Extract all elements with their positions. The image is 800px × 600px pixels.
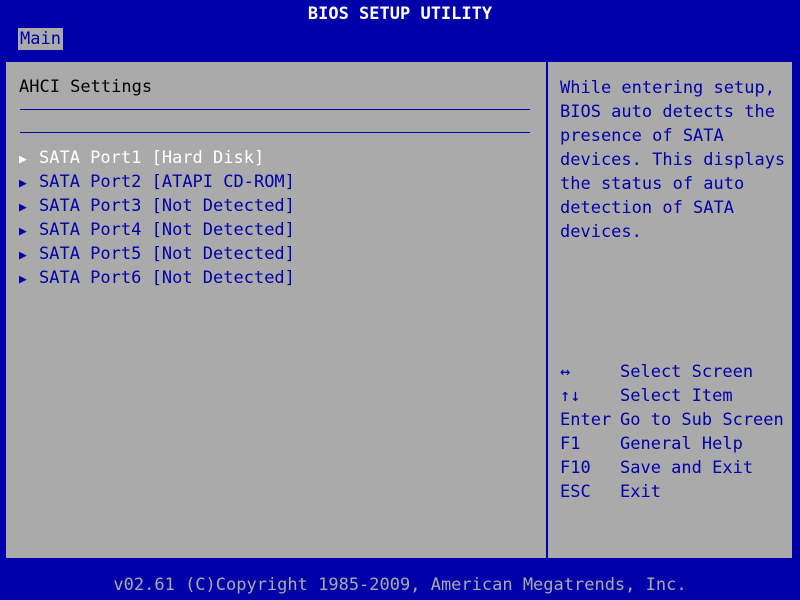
sata-port-list: ▶ SATA Port1 [Hard Disk] ▶ SATA Port2 [ATA… xyxy=(19,146,295,290)
key-legend-row: F10 Save and Exit xyxy=(560,456,784,480)
panel-divider xyxy=(546,62,548,558)
sata-port6-item[interactable]: ▶ SATA Port6 [Not Detected] xyxy=(19,266,295,290)
section-title: AHCI Settings xyxy=(19,77,153,97)
key-legend-row: ↑↓ Select Item xyxy=(560,384,784,408)
key-name: ↑↓ xyxy=(560,386,581,406)
item-label: SATA Port2 xyxy=(39,172,142,192)
menu-bar: Main xyxy=(0,26,800,51)
copyright-footer: v02.61 (C)Copyright 1985-2009, American … xyxy=(113,575,687,595)
submenu-arrow-icon: ▶ xyxy=(19,248,27,263)
item-value: [Not Detected] xyxy=(151,268,295,288)
item-label: SATA Port1 xyxy=(39,148,142,168)
key-name: ESC xyxy=(560,482,591,502)
key-legend-row: Enter Go to Sub Screen xyxy=(560,408,784,432)
key-action: Exit xyxy=(620,482,661,502)
key-name: F10 xyxy=(560,458,591,478)
submenu-arrow-icon: ▶ xyxy=(19,176,27,191)
key-name: Enter xyxy=(560,410,612,430)
submenu-arrow-icon: ▶ xyxy=(19,152,27,167)
sata-port3-item[interactable]: ▶ SATA Port3 [Not Detected] xyxy=(19,194,295,218)
help-text: While entering setup, BIOS auto detects … xyxy=(560,78,786,242)
item-value: [Not Detected] xyxy=(151,244,295,264)
key-action: Go to Sub Screen xyxy=(620,410,784,430)
item-label: SATA Port3 xyxy=(39,196,142,216)
sata-port4-item[interactable]: ▶ SATA Port4 [Not Detected] xyxy=(19,218,295,242)
submenu-arrow-icon: ▶ xyxy=(19,224,27,239)
sata-port5-item[interactable]: ▶ SATA Port5 [Not Detected] xyxy=(19,242,295,266)
key-action: Select Item xyxy=(620,386,733,406)
sata-port1-item[interactable]: ▶ SATA Port1 [Hard Disk] xyxy=(19,146,295,170)
item-label: SATA Port6 xyxy=(39,268,142,288)
key-name: ↔ xyxy=(560,362,571,382)
key-legend-row: ↔ Select Screen xyxy=(560,360,784,384)
item-value: [Hard Disk] xyxy=(151,148,265,168)
item-value: [Not Detected] xyxy=(151,196,295,216)
item-label: SATA Port5 xyxy=(39,244,142,264)
title-bar: BIOS SETUP UTILITY xyxy=(307,4,493,24)
item-value: [ATAPI CD-ROM] xyxy=(151,172,295,192)
key-legend-row: ESC Exit xyxy=(560,480,784,504)
key-action: General Help xyxy=(620,434,743,454)
submenu-arrow-icon: ▶ xyxy=(19,272,27,287)
key-name: F1 xyxy=(560,434,581,454)
sata-port2-item[interactable]: ▶ SATA Port2 [ATAPI CD-ROM] xyxy=(19,170,295,194)
key-legend: ↔ Select Screen ↑↓ Select Item Enter Go to … xyxy=(560,360,784,504)
divider xyxy=(20,109,530,110)
item-label: SATA Port4 xyxy=(39,220,142,240)
bios-setup-screen: BIOS SETUP UTILITY Main AHCI Settings ▶ S… xyxy=(0,0,800,600)
key-action: Select Screen xyxy=(620,362,754,382)
key-action: Save and Exit xyxy=(620,458,754,478)
divider xyxy=(20,132,530,133)
submenu-arrow-icon: ▶ xyxy=(19,200,27,215)
main-panel: AHCI Settings ▶ SATA Port1 [Hard Disk] ▶ S… xyxy=(4,60,794,560)
tab-main[interactable]: Main xyxy=(18,28,63,50)
key-legend-row: F1 General Help xyxy=(560,432,784,456)
item-value: [Not Detected] xyxy=(151,220,295,240)
